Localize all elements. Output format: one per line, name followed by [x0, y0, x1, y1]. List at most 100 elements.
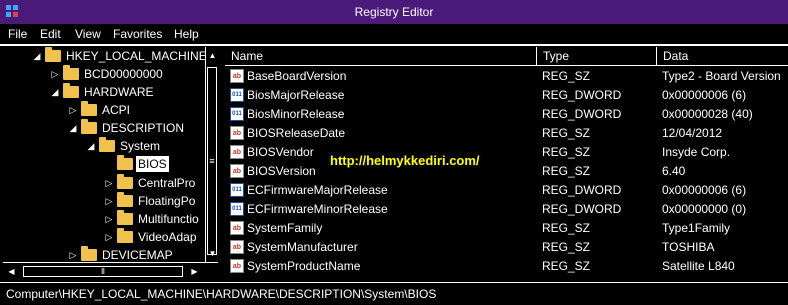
- value-type: REG_SZ: [542, 259, 591, 273]
- value-type: REG_DWORD: [542, 183, 622, 197]
- string-value-icon: ab: [230, 145, 244, 159]
- expand-arrow-icon[interactable]: ▷: [49, 69, 61, 80]
- string-value-icon: ab: [230, 126, 244, 140]
- value-row[interactable]: 011 BiosMinorRelease REG_DWORD 0x0000002…: [225, 105, 788, 124]
- tree-item-hklm[interactable]: ◢ HKEY_LOCAL_MACHINE: [31, 47, 209, 65]
- expand-arrow-icon[interactable]: ▷: [103, 196, 115, 207]
- expand-arrow-icon[interactable]: ▷: [103, 178, 115, 189]
- window-title: Registry Editor: [354, 5, 434, 19]
- collapse-arrow-icon[interactable]: ◢: [67, 123, 79, 134]
- folder-icon: [45, 47, 61, 62]
- menu-edit[interactable]: Edit: [40, 27, 61, 41]
- horizontal-scroll-thumb[interactable]: ⦀: [23, 266, 183, 277]
- folder-icon: [63, 83, 79, 98]
- value-row[interactable]: 011 ECFirmwareMajorRelease REG_DWORD 0x0…: [225, 181, 788, 200]
- collapse-arrow-icon[interactable]: ◢: [85, 141, 97, 152]
- tree-item-label: CentralPro: [138, 176, 196, 190]
- value-name: BiosMajorRelease: [247, 88, 345, 102]
- folder-icon: [63, 65, 79, 80]
- value-row[interactable]: ab BIOSVendor REG_SZ Insyde Corp.: [225, 143, 788, 162]
- value-name: SystemProductName: [247, 259, 361, 273]
- tree-item-label: BIOS: [136, 156, 169, 172]
- value-row[interactable]: ab SystemManufacturer REG_SZ TOSHIBA: [225, 238, 788, 257]
- tree-item-label: Multifunctio: [138, 212, 199, 226]
- value-name: BaseBoardVersion: [247, 69, 347, 83]
- tree-item-multifunction[interactable]: ▷ Multifunctio: [103, 210, 201, 228]
- scroll-down-arrow-icon[interactable]: ▼: [206, 247, 218, 260]
- tree-item-label: ACPI: [102, 103, 131, 117]
- column-header-data[interactable]: Data: [657, 47, 788, 65]
- status-bar: Computer\HKEY_LOCAL_MACHINE\HARDWARE\DES…: [0, 282, 788, 305]
- tree-item-label: FloatingPo: [138, 194, 196, 208]
- string-value-icon: ab: [230, 69, 244, 83]
- menu-file[interactable]: File: [8, 27, 27, 41]
- scroll-left-arrow-icon[interactable]: ◀: [5, 265, 18, 278]
- value-type: REG_SZ: [542, 126, 591, 140]
- values-list-pane[interactable]: Name Type Data ab BaseBoardVersion REG_S…: [225, 47, 788, 279]
- value-row[interactable]: ab SystemFamily REG_SZ Type1Family: [225, 219, 788, 238]
- collapse-arrow-icon[interactable]: ◢: [31, 51, 43, 62]
- value-row[interactable]: ab BaseBoardVersion REG_SZ Type2 - Board…: [225, 67, 788, 86]
- value-type: REG_DWORD: [542, 202, 622, 216]
- expand-arrow-icon[interactable]: ▷: [103, 232, 115, 243]
- watermark-url: http://helmykkediri.com/: [330, 153, 480, 168]
- tree-item-acpi[interactable]: ▷ ACPI: [67, 101, 132, 119]
- value-name: SystemManufacturer: [247, 240, 358, 254]
- column-header-type[interactable]: Type: [537, 47, 657, 65]
- frame-divider: [0, 44, 788, 46]
- open-folder-icon: [117, 155, 133, 170]
- string-value-icon: ab: [230, 240, 244, 254]
- menu-favorites[interactable]: Favorites: [113, 27, 162, 41]
- value-data: 6.40: [662, 164, 686, 178]
- menu-help[interactable]: Help: [174, 27, 199, 41]
- value-row[interactable]: 011 BiosMajorRelease REG_DWORD 0x0000000…: [225, 86, 788, 105]
- tree-item-label: BCD00000000: [84, 67, 163, 81]
- tree-vertical-scrollbar[interactable]: ▲ ≡ ▼: [205, 47, 218, 262]
- value-row[interactable]: ab BIOSVersion REG_SZ 6.40: [225, 162, 788, 181]
- scroll-right-arrow-icon[interactable]: ▶: [188, 265, 201, 278]
- scroll-up-arrow-icon[interactable]: ▲: [206, 49, 218, 62]
- value-data: Type1Family: [662, 221, 731, 235]
- scroll-thumb[interactable]: ≡: [207, 67, 217, 255]
- value-type: REG_SZ: [542, 221, 591, 235]
- column-header-name[interactable]: Name: [225, 47, 537, 65]
- expand-arrow-icon[interactable]: ▷: [67, 250, 79, 261]
- value-data: 0x00000006 (6): [662, 183, 747, 197]
- tree-item-label: HARDWARE: [84, 85, 154, 99]
- folder-icon: [99, 137, 115, 152]
- tree-item-bcd[interactable]: ▷ BCD00000000: [49, 65, 165, 83]
- tree-item-centralprocessor[interactable]: ▷ CentralPro: [103, 174, 197, 192]
- tree-item-description[interactable]: ◢ DESCRIPTION: [67, 119, 186, 137]
- value-row[interactable]: ab BIOSReleaseDate REG_SZ 12/04/2012: [225, 124, 788, 143]
- tree-item-bios[interactable]: BIOS: [103, 155, 169, 173]
- value-type: REG_SZ: [542, 164, 591, 178]
- tree-horizontal-scrollbar[interactable]: ◀ ⦀ ▶: [3, 262, 218, 279]
- tree-item-system[interactable]: ◢ System: [85, 137, 162, 155]
- tree-item-floatingpoint[interactable]: ▷ FloatingPo: [103, 192, 197, 210]
- key-tree-pane[interactable]: ◢ HKEY_LOCAL_MACHINE ▷ BCD00000000 ◢ HAR…: [3, 47, 218, 279]
- value-data: 0x00000000 (0): [662, 202, 747, 216]
- menu-view[interactable]: View: [75, 27, 101, 41]
- collapse-arrow-icon[interactable]: ◢: [49, 87, 61, 98]
- dword-value-icon: 011: [230, 202, 244, 216]
- value-data: 12/04/2012: [662, 126, 723, 140]
- expand-arrow-icon[interactable]: ▷: [67, 105, 79, 116]
- tree-item-hardware[interactable]: ◢ HARDWARE: [49, 83, 156, 101]
- expand-arrow-icon[interactable]: ▷: [103, 214, 115, 225]
- list-header: Name Type Data: [225, 47, 788, 66]
- value-type: REG_DWORD: [542, 107, 622, 121]
- folder-icon: [81, 101, 97, 116]
- folder-icon: [81, 119, 97, 134]
- value-name: BiosMinorRelease: [247, 107, 345, 121]
- value-data: 0x00000006 (6): [662, 88, 747, 102]
- folder-icon: [81, 246, 97, 261]
- value-data: TOSHIBA: [662, 240, 715, 254]
- value-row[interactable]: ab SystemProductName REG_SZ Satellite L8…: [225, 257, 788, 276]
- tree-item-label: System: [120, 139, 161, 153]
- value-row[interactable]: 011 ECFirmwareMinorRelease REG_DWORD 0x0…: [225, 200, 788, 219]
- folder-icon: [117, 228, 133, 243]
- pane-splitter[interactable]: [218, 47, 225, 279]
- tree-item-videoadapter[interactable]: ▷ VideoAdap: [103, 228, 199, 246]
- dword-value-icon: 011: [230, 88, 244, 102]
- value-name: BIOSReleaseDate: [247, 126, 346, 140]
